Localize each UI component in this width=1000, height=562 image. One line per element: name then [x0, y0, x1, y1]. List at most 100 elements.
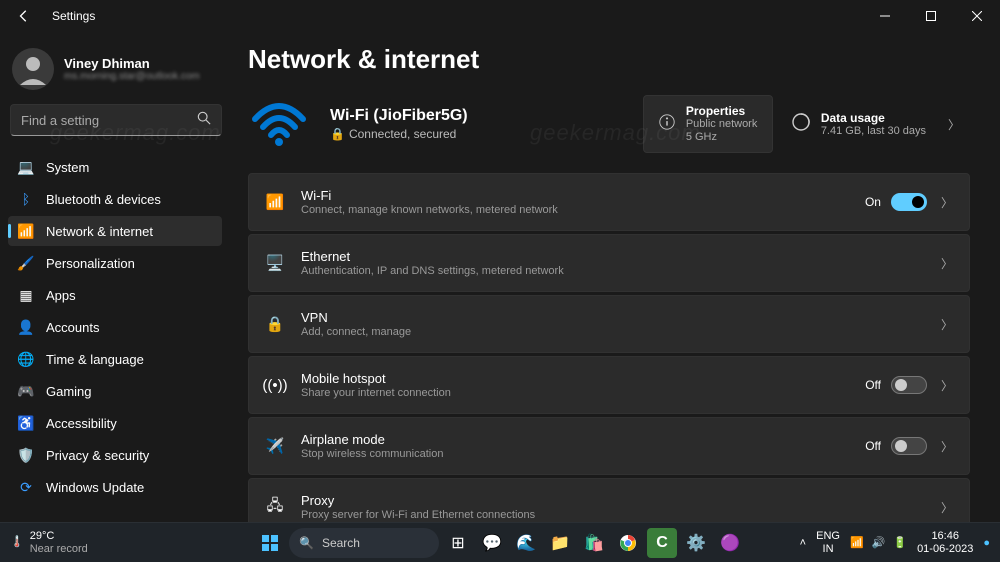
edge-button[interactable]: 🌊 — [511, 528, 541, 558]
titlebar: Settings — [0, 0, 1000, 32]
taskbar-search[interactable]: 🔍Search — [289, 528, 439, 558]
chevron-right-icon: 〉 — [948, 116, 960, 133]
clock[interactable]: 16:4601-06-2023 — [917, 530, 973, 554]
chevron-right-icon: 〉 — [941, 194, 953, 211]
proxy-icon: 🖧 — [265, 497, 285, 517]
system-tray-icons[interactable]: 📶 🔊 🔋 — [850, 536, 907, 549]
volume-tray-icon: 🔊 — [872, 536, 886, 549]
properties-line1: Public network — [686, 118, 758, 131]
wifi-tray-icon: 📶 — [850, 536, 864, 549]
apps-icon: ▦ — [18, 287, 34, 303]
task-view-button[interactable]: ⊞ — [443, 528, 473, 558]
properties-card[interactable]: Properties Public network 5 GHz — [643, 95, 773, 153]
network-icon: 📶 — [18, 223, 34, 239]
main-content: Network & internet Wi-Fi (JioFiber5G) 🔒 C… — [230, 32, 1000, 522]
taskbar: 🌡️ 29°CNear record 🔍Search ⊞ 💬 🌊 📁 🛍️ C … — [0, 522, 1000, 562]
back-button[interactable] — [8, 0, 40, 32]
accessibility-icon: ♿ — [18, 415, 34, 431]
avatar — [12, 48, 54, 90]
wifi-state: On — [865, 195, 881, 209]
search-icon — [197, 111, 211, 130]
nav-windows-update[interactable]: ⟳Windows Update — [8, 472, 222, 502]
tray-chevron-icon[interactable]: ˄ — [800, 537, 806, 549]
chevron-right-icon: 〉 — [941, 438, 953, 455]
user-profile[interactable]: Viney Dhiman ms.morning.star@outlook.com — [8, 40, 230, 102]
page-title: Network & internet — [248, 44, 970, 75]
time-icon: 🌐 — [18, 351, 34, 367]
privacy-icon: 🛡️ — [18, 447, 34, 463]
nav-time-language[interactable]: 🌐Time & language — [8, 344, 222, 374]
info-icon — [658, 113, 676, 136]
wifi-toggle[interactable] — [891, 193, 927, 211]
settings-app-button[interactable]: ⚙️ — [681, 528, 711, 558]
store-button[interactable]: 🛍️ — [579, 528, 609, 558]
start-button[interactable] — [255, 528, 285, 558]
minimize-button[interactable] — [862, 0, 908, 32]
airplane-state: Off — [865, 439, 881, 453]
network-status-header: Wi-Fi (JioFiber5G) 🔒 Connected, secured P… — [248, 95, 970, 153]
notifications-icon[interactable]: ● — [983, 537, 990, 549]
chevron-right-icon: 〉 — [941, 316, 953, 333]
vpn-icon: 🔒 — [265, 314, 285, 334]
battery-tray-icon: 🔋 — [893, 536, 907, 549]
sidebar: Viney Dhiman ms.morning.star@outlook.com… — [0, 32, 230, 522]
user-name: Viney Dhiman — [64, 56, 200, 71]
row-wifi[interactable]: 📶 Wi-FiConnect, manage known networks, m… — [248, 173, 970, 231]
wifi-status: Connected, secured — [349, 127, 456, 141]
bluetooth-icon: ᛒ — [18, 191, 34, 207]
row-mobile-hotspot[interactable]: ((•)) Mobile hotspotShare your internet … — [248, 356, 970, 414]
wifi-icon: 📶 — [265, 192, 285, 212]
settings-search[interactable] — [10, 104, 222, 136]
nav-system[interactable]: 💻System — [8, 152, 222, 182]
maximize-button[interactable] — [908, 0, 954, 32]
hotspot-icon: ((•)) — [265, 375, 285, 395]
chevron-right-icon: 〉 — [941, 377, 953, 394]
search-icon: 🔍 — [299, 536, 314, 550]
properties-title: Properties — [686, 104, 758, 118]
chevron-right-icon: 〉 — [941, 255, 953, 272]
ethernet-icon: 🖥️ — [265, 253, 285, 273]
user-email: ms.morning.star@outlook.com — [64, 71, 200, 82]
thermometer-icon: 🌡️ — [10, 536, 24, 548]
data-usage-card[interactable]: Data usage 7.41 GB, last 30 days 〉 — [781, 103, 970, 145]
wifi-name: Wi-Fi (JioFiber5G) — [330, 107, 468, 125]
nav-network[interactable]: 📶Network & internet — [8, 216, 222, 246]
chevron-right-icon: 〉 — [941, 499, 953, 516]
nav-bluetooth[interactable]: ᛒBluetooth & devices — [8, 184, 222, 214]
app-button[interactable]: 🟣 — [715, 528, 745, 558]
personalization-icon: 🖌️ — [18, 255, 34, 271]
row-airplane-mode[interactable]: ✈️ Airplane modeStop wireless communicat… — [248, 417, 970, 475]
window-title: Settings — [52, 9, 95, 23]
taskbar-weather[interactable]: 🌡️ 29°CNear record — [10, 530, 88, 554]
chrome-button[interactable] — [613, 528, 643, 558]
gaming-icon: 🎮 — [18, 383, 34, 399]
nav-apps[interactable]: ▦Apps — [8, 280, 222, 310]
close-button[interactable] — [954, 0, 1000, 32]
system-icon: 💻 — [18, 159, 34, 175]
secured-icon: 🔒 — [330, 127, 345, 141]
airplane-toggle[interactable] — [891, 437, 927, 455]
nav-privacy[interactable]: 🛡️Privacy & security — [8, 440, 222, 470]
row-ethernet[interactable]: 🖥️ EthernetAuthentication, IP and DNS se… — [248, 234, 970, 292]
airplane-icon: ✈️ — [265, 436, 285, 456]
data-usage-icon — [791, 112, 811, 137]
nav-gaming[interactable]: 🎮Gaming — [8, 376, 222, 406]
properties-line2: 5 GHz — [686, 131, 758, 144]
search-input[interactable] — [21, 113, 197, 128]
nav-accounts[interactable]: 👤Accounts — [8, 312, 222, 342]
explorer-button[interactable]: 📁 — [545, 528, 575, 558]
accounts-icon: 👤 — [18, 319, 34, 335]
row-proxy[interactable]: 🖧 ProxyProxy server for Wi-Fi and Ethern… — [248, 478, 970, 522]
wifi-large-icon — [248, 98, 310, 150]
language-indicator[interactable]: ENGIN — [816, 530, 840, 554]
data-usage-detail: 7.41 GB, last 30 days — [821, 125, 926, 137]
chat-button[interactable]: 💬 — [477, 528, 507, 558]
camtasia-button[interactable]: C — [647, 528, 677, 558]
row-vpn[interactable]: 🔒 VPNAdd, connect, manage 〉 — [248, 295, 970, 353]
nav-personalization[interactable]: 🖌️Personalization — [8, 248, 222, 278]
update-icon: ⟳ — [18, 479, 34, 495]
data-usage-title: Data usage — [821, 111, 926, 125]
nav-accessibility[interactable]: ♿Accessibility — [8, 408, 222, 438]
hotspot-state: Off — [865, 378, 881, 392]
hotspot-toggle[interactable] — [891, 376, 927, 394]
